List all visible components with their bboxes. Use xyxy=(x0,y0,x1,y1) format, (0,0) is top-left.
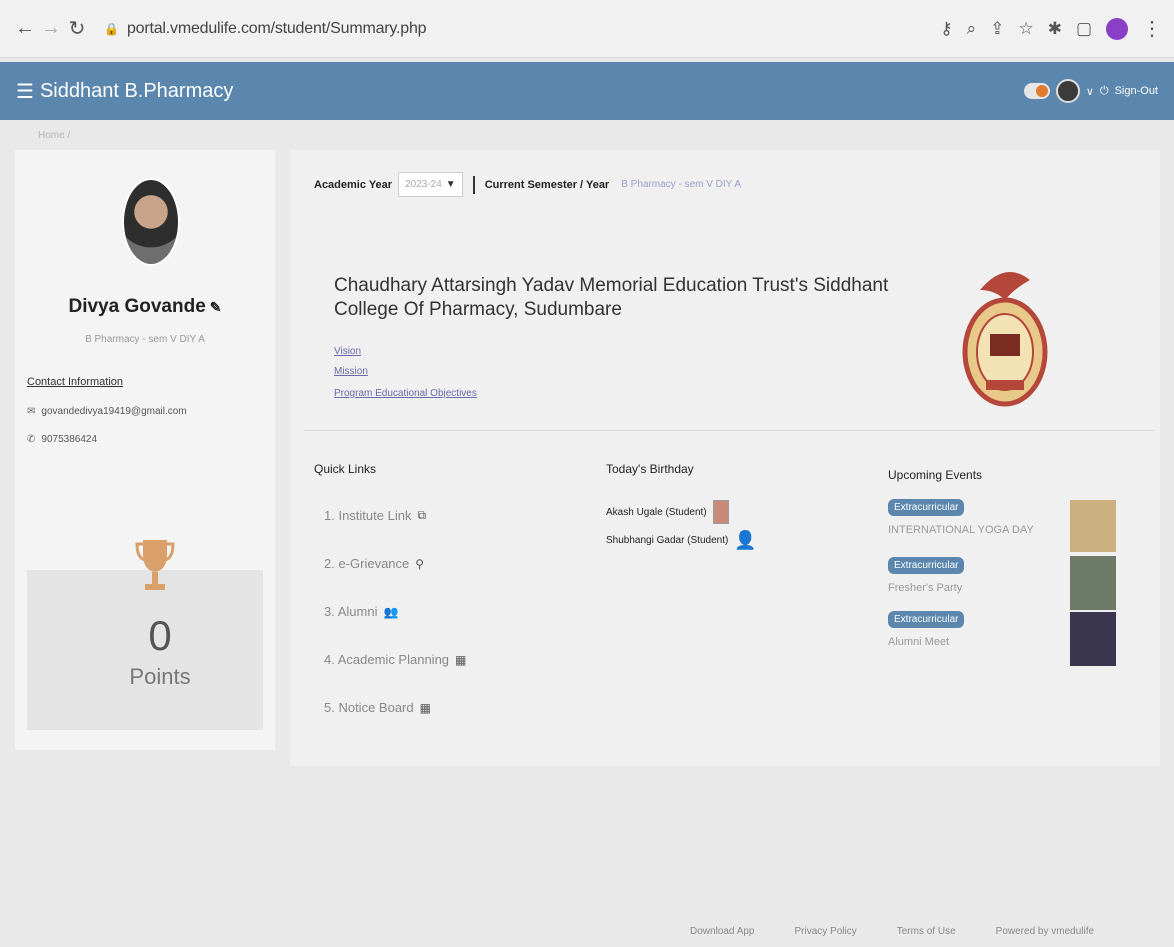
event-thumbnail[interactable] xyxy=(1070,612,1116,666)
mission-link[interactable]: Mission xyxy=(334,366,368,377)
calendar-icon: ▦ xyxy=(455,652,467,667)
quick-link-alumni[interactable]: 3. Alumni 👥 xyxy=(324,604,398,619)
birthday-item: Akash Ugale (Student) xyxy=(606,500,729,524)
quick-link-label: 4. Academic Planning xyxy=(324,652,450,667)
forward-icon[interactable]: → xyxy=(38,17,64,40)
email-icon: ✉ xyxy=(27,406,36,417)
student-name: Divya Govande xyxy=(68,296,206,317)
event-badge: Extracurricular xyxy=(888,611,965,628)
app-header: ☰ Siddhant B.Pharmacy ∨ ⏻ Sign-Out xyxy=(0,62,1174,120)
birthday-item: Shubhangi Gadar (Student) 👤 xyxy=(606,530,757,551)
chevron-down-icon: ▼ xyxy=(445,179,456,190)
back-icon[interactable]: ← xyxy=(12,17,38,40)
address-bar[interactable]: portal.vmedulife.com/student/Summary.php xyxy=(127,20,427,38)
quick-link-label: 5. Notice Board xyxy=(324,700,414,715)
phone-text: 9075386424 xyxy=(41,434,98,445)
profile-photo xyxy=(122,178,180,266)
college-logo-icon xyxy=(962,272,1048,407)
event-thumbnail[interactable] xyxy=(1070,556,1116,610)
share-icon[interactable]: ⇪ xyxy=(990,19,1004,39)
quick-link-notice-board[interactable]: 5. Notice Board ▦ xyxy=(324,700,431,715)
quick-links-title: Quick Links xyxy=(314,462,377,476)
college-name: Chaudhary Attarsingh Yadav Memorial Educ… xyxy=(334,275,889,320)
power-icon: ⏻ xyxy=(1099,84,1109,97)
browser-actions: ⚷ ⌕ ⇪ ☆ ✱ ▢ ⋮ xyxy=(940,16,1162,41)
privacy-link[interactable]: Privacy Policy xyxy=(795,926,857,937)
semester-value: B Pharmacy - sem V DIY A xyxy=(621,179,742,190)
email-row: ✉ govandedivya19419@gmail.com xyxy=(27,406,187,417)
academic-year-select[interactable]: 2023-24 ▼ xyxy=(398,172,463,197)
points-label: Points xyxy=(129,664,191,689)
header-actions: ∨ ⏻ Sign-Out xyxy=(1023,79,1158,103)
external-link-icon: ⧉ xyxy=(417,508,427,522)
event-badge: Extracurricular xyxy=(888,499,965,516)
separator xyxy=(472,175,475,194)
student-name-row: Divya Govande ✎ xyxy=(15,296,275,318)
reload-icon[interactable]: ↻ xyxy=(64,16,90,41)
quick-link-institute[interactable]: 1. Institute Link ⧉ xyxy=(324,508,426,523)
terms-link[interactable]: Terms of Use xyxy=(897,926,956,937)
zoom-icon[interactable]: ⌕ xyxy=(967,19,977,39)
powered-by[interactable]: Powered by vmedulife xyxy=(996,926,1094,937)
users-icon: 👥 xyxy=(383,604,399,619)
breadcrumb[interactable]: Home / xyxy=(38,130,70,141)
birthday-name: Akash Ugale (Student) xyxy=(606,506,707,518)
tie-icon: ⚲ xyxy=(415,556,425,571)
academic-year-row: Academic Year 2023-24 ▼ Current Semester… xyxy=(314,172,741,197)
lock-icon: 🔒 xyxy=(104,21,119,36)
semester-label: Current Semester / Year xyxy=(484,178,610,191)
trophy-icon xyxy=(135,540,175,590)
event-thumbnail[interactable] xyxy=(1070,500,1116,552)
browser-profile-avatar[interactable] xyxy=(1106,17,1128,40)
quick-link-label: 3. Alumni xyxy=(324,604,378,619)
event-title[interactable]: Alumni Meet xyxy=(888,636,949,648)
footer: Download App Privacy Policy Terms of Use… xyxy=(690,926,1170,937)
email-text: govandedivya19419@gmail.com xyxy=(41,406,187,417)
sidepanel-icon[interactable]: ▢ xyxy=(1076,19,1092,39)
quick-link-label: 1. Institute Link xyxy=(324,508,412,523)
key-icon[interactable]: ⚷ xyxy=(940,19,952,39)
points-value: 0 xyxy=(148,612,172,659)
download-app-link[interactable]: Download App xyxy=(690,926,755,937)
contact-title: Contact Information xyxy=(27,376,123,388)
phone-icon: ✆ xyxy=(27,434,36,445)
menu-icon[interactable]: ⋮ xyxy=(1142,16,1162,41)
chevron-down-icon[interactable]: ∨ xyxy=(1086,85,1094,98)
calendar-icon: ▦ xyxy=(419,700,431,715)
profile-panel: Divya Govande ✎ B Pharmacy - sem V DIY A … xyxy=(15,150,275,750)
quick-link-grievance[interactable]: 2. e-Grievance ⚲ xyxy=(324,556,424,571)
theme-toggle[interactable] xyxy=(1023,83,1050,99)
signout-link[interactable]: Sign-Out xyxy=(1115,85,1158,97)
academic-year-label: Academic Year xyxy=(314,178,393,191)
student-program: B Pharmacy - sem V DIY A xyxy=(85,334,205,345)
academic-year-value: 2023-24 xyxy=(405,179,442,190)
events-title: Upcoming Events xyxy=(888,468,983,482)
birthday-photo xyxy=(712,500,729,524)
hamburger-icon[interactable]: ☰ xyxy=(16,79,34,104)
user-avatar[interactable] xyxy=(1055,79,1080,103)
birthday-name: Shubhangi Gadar (Student) xyxy=(606,535,729,546)
event-title[interactable]: INTERNATIONAL YOGA DAY xyxy=(888,524,1034,536)
main-panel: Academic Year 2023-24 ▼ Current Semester… xyxy=(290,150,1160,766)
star-icon[interactable]: ☆ xyxy=(1018,19,1033,39)
event-title[interactable]: Fresher's Party xyxy=(888,582,962,594)
extensions-icon[interactable]: ✱ xyxy=(1048,19,1062,39)
quick-link-academic-planning[interactable]: 4. Academic Planning ▦ xyxy=(324,652,466,667)
app-title: Siddhant B.Pharmacy xyxy=(39,79,234,102)
browser-toolbar: ← → ↻ 🔒 portal.vmedulife.com/student/Sum… xyxy=(0,0,1174,58)
person-icon: 👤 xyxy=(734,530,757,550)
event-badge: Extracurricular xyxy=(888,557,965,574)
phone-row: ✆ 9075386424 xyxy=(27,434,97,445)
section-divider xyxy=(304,430,1154,431)
peo-link[interactable]: Program Educational Objectives xyxy=(334,388,477,399)
vision-link[interactable]: Vision xyxy=(334,346,361,357)
pencil-icon[interactable]: ✎ xyxy=(210,299,222,315)
birthday-title: Today's Birthday xyxy=(606,462,694,476)
quick-link-label: 2. e-Grievance xyxy=(324,556,410,571)
